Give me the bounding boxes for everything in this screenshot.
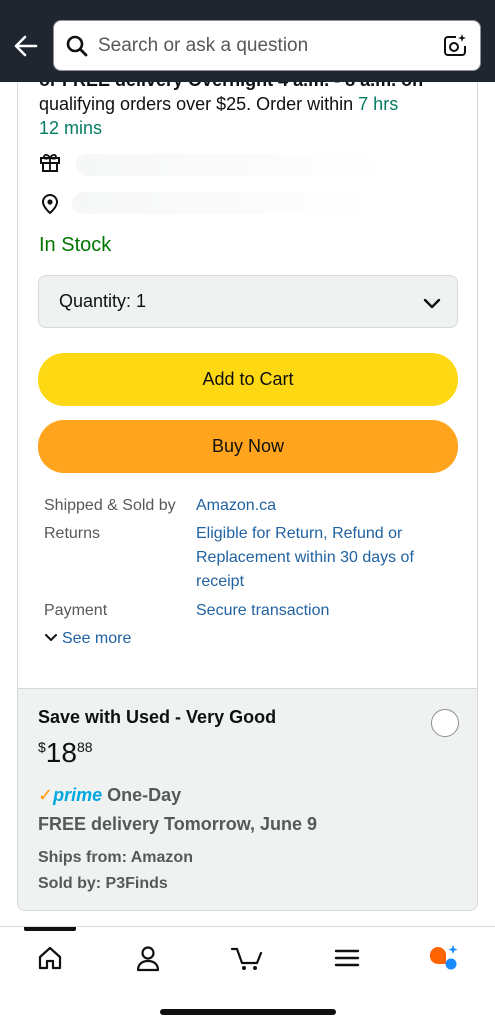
returns-link[interactable]: Eligible for Return, Refund or Replaceme…	[196, 522, 441, 594]
price-fraction: 88	[76, 739, 93, 755]
chevron-down-icon	[421, 292, 443, 314]
home-indicator	[160, 1009, 336, 1015]
location-pin-icon	[38, 192, 62, 216]
countdown-hours: 7 hrs	[358, 94, 399, 114]
delivery-line-1: or FREE delivery Overnight 4 a.m. - 8 a.…	[39, 82, 423, 92]
prime-check-icon: ✓	[38, 785, 54, 805]
see-more-text: See more	[62, 630, 132, 647]
search-input[interactable]	[98, 31, 428, 61]
price-whole: 18	[45, 737, 77, 768]
used-price: $1888	[38, 737, 93, 769]
active-tab-indicator	[24, 927, 76, 931]
quantity-label: Quantity: 1	[59, 291, 147, 311]
prime-badge: ✓prime One-Day	[38, 785, 181, 806]
secure-transaction-link[interactable]: Secure transaction	[196, 599, 446, 623]
used-delivery-date: FREE delivery Tomorrow, June 9	[38, 814, 318, 834]
add-to-cart-button[interactable]: Add to Cart	[38, 353, 458, 406]
sold-by: Sold by: P3Finds	[38, 875, 168, 892]
bottom-nav	[0, 926, 495, 1024]
stock-status: In Stock	[39, 234, 112, 256]
home-icon[interactable]	[35, 943, 65, 973]
blurred-delivery-address	[72, 192, 370, 214]
chevron-down-icon	[45, 634, 57, 642]
quantity-dropdown[interactable]: Quantity: 1	[38, 275, 458, 328]
top-bar	[0, 0, 495, 82]
payment-label: Payment	[44, 602, 108, 619]
see-more-link[interactable]: See more	[44, 630, 131, 648]
back-arrow-icon[interactable]	[8, 28, 44, 64]
used-offer-radio[interactable]	[431, 709, 459, 737]
ships-from: Ships from: Amazon	[38, 849, 193, 866]
blurred-gift-option	[76, 154, 384, 176]
account-icon[interactable]	[133, 943, 163, 973]
shipped-sold-label: Shipped & Sold by	[44, 497, 176, 514]
search-icon[interactable]	[65, 34, 89, 58]
delivery-line-2: qualifying orders over $25. Order within	[39, 94, 359, 114]
rufus-icon[interactable]	[428, 943, 458, 973]
countdown-minutes: 12 mins	[39, 118, 103, 138]
seller-link[interactable]: Amazon.ca	[196, 494, 446, 518]
search-bar[interactable]	[53, 20, 481, 71]
gift-icon	[38, 150, 62, 174]
returns-label: Returns	[44, 525, 101, 542]
buy-box-card: or FREE delivery Overnight 4 a.m. - 8 a.…	[17, 82, 478, 911]
delivery-message: or FREE delivery Overnight 4 a.m. - 8 a.…	[39, 82, 459, 138]
prime-label: prime	[53, 785, 103, 805]
menu-icon[interactable]	[332, 943, 362, 973]
camera-sparkle-icon[interactable]	[442, 33, 468, 59]
buy-now-button[interactable]: Buy Now	[38, 420, 458, 473]
price-symbol: $	[38, 739, 46, 755]
cart-icon[interactable]	[230, 943, 264, 973]
used-offer-section[interactable]: Save with Used - Very Good $1888 ✓prime …	[18, 688, 477, 910]
used-offer-title: Save with Used - Very Good	[38, 707, 277, 727]
prime-speed: One-Day	[107, 785, 182, 805]
